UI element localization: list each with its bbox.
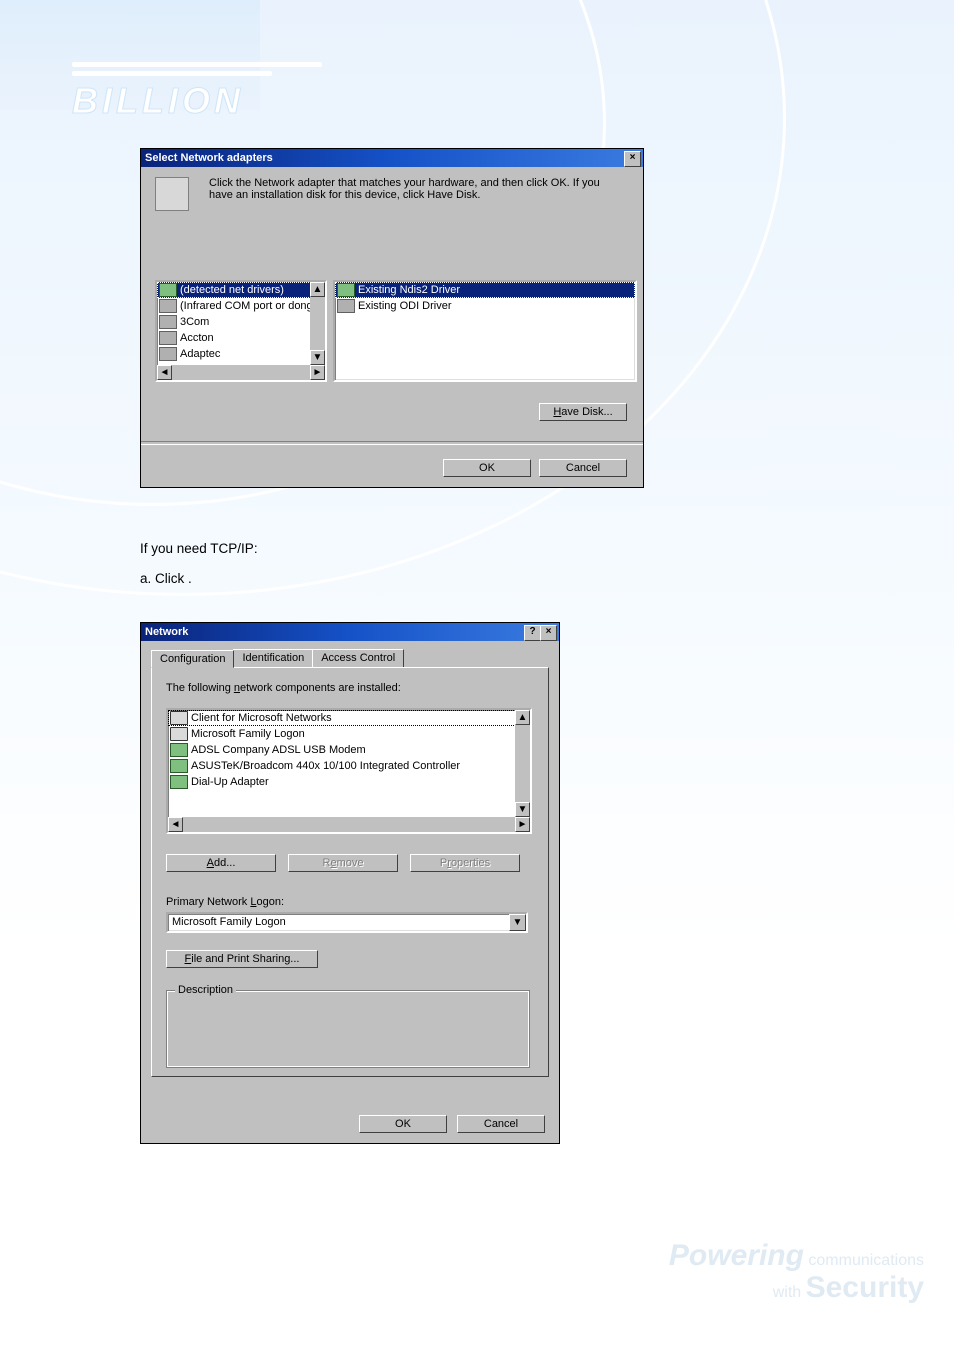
network-adapters-listbox[interactable]: Existing Ndis2 Driver Existing ODI Drive…: [333, 280, 637, 382]
dialog-title: Network: [145, 626, 188, 638]
scroll-up-icon[interactable]: ▲: [310, 282, 325, 297]
brand-logo: BILLION: [72, 62, 322, 122]
list-item[interactable]: Adaptec: [157, 346, 325, 362]
tab-access-control[interactable]: Access Control: [312, 649, 404, 667]
dialog-titlebar[interactable]: Network ? ×: [141, 623, 559, 641]
ok-button[interactable]: OK: [443, 459, 531, 477]
scroll-left-icon[interactable]: ◄: [157, 365, 172, 380]
dialog-title: Select Network adapters: [145, 152, 273, 164]
list-item[interactable]: ADSL Company ADSL USB Modem: [168, 742, 530, 758]
tabbar: Configuration Identification Access Cont…: [151, 649, 549, 667]
horizontal-scrollbar[interactable]: ◄ ►: [168, 817, 530, 832]
installed-components-label: The following network components are ins…: [166, 682, 401, 694]
tab-identification[interactable]: Identification: [233, 649, 313, 667]
ok-button[interactable]: OK: [359, 1115, 447, 1133]
list-item[interactable]: Accton: [157, 330, 325, 346]
scroll-right-icon[interactable]: ►: [515, 817, 530, 832]
properties-button: Properties: [410, 854, 520, 872]
footer-slogan: Powering communications with Security: [669, 1239, 924, 1305]
scroll-up-icon[interactable]: ▲: [515, 710, 530, 725]
cancel-button[interactable]: Cancel: [539, 459, 627, 477]
remove-button: Remove: [288, 854, 398, 872]
list-item[interactable]: Existing Ndis2 Driver: [335, 282, 635, 298]
add-button[interactable]: Add...: [166, 854, 276, 872]
cancel-button[interactable]: Cancel: [457, 1115, 545, 1133]
description-group: Description: [166, 990, 530, 1068]
horizontal-scrollbar[interactable]: ◄ ►: [157, 365, 325, 380]
close-icon[interactable]: ×: [624, 151, 641, 167]
primary-network-logon-label: Primary Network Logon:: [166, 896, 284, 908]
list-item[interactable]: Existing ODI Driver: [335, 298, 635, 314]
network-dialog: Network ? × Configuration Identification…: [140, 622, 560, 1144]
close-icon[interactable]: ×: [540, 625, 557, 641]
instruction-text: If you need TCP/IP: a. Click .: [140, 534, 258, 594]
list-item[interactable]: Dial-Up Adapter: [168, 774, 530, 790]
scroll-right-icon[interactable]: ►: [310, 365, 325, 380]
separator: [141, 441, 643, 445]
have-disk-button[interactable]: Have Disk...: [539, 403, 627, 421]
scroll-left-icon[interactable]: ◄: [168, 817, 183, 832]
vertical-scrollbar[interactable]: ▲ ▼: [515, 710, 530, 832]
chevron-down-icon[interactable]: ▼: [509, 914, 526, 931]
tab-configuration[interactable]: Configuration: [151, 650, 234, 668]
select-network-adapters-dialog: Select Network adapters × Click the Netw…: [140, 148, 644, 488]
list-item[interactable]: (detected net drivers): [157, 282, 325, 298]
list-item[interactable]: ASUSTeK/Broadcom 440x 10/100 Integrated …: [168, 758, 530, 774]
primary-network-logon-combo[interactable]: Microsoft Family Logon ▼: [166, 912, 528, 933]
dialog-message: Click the Network adapter that matches y…: [209, 177, 621, 201]
description-label: Description: [175, 984, 236, 996]
scroll-down-icon[interactable]: ▼: [515, 802, 530, 817]
adapter-icon: [155, 177, 189, 211]
scroll-down-icon[interactable]: ▼: [310, 350, 325, 365]
dialog-titlebar[interactable]: Select Network adapters ×: [141, 149, 643, 167]
list-item[interactable]: Client for Microsoft Networks: [168, 710, 530, 726]
list-item[interactable]: Microsoft Family Logon: [168, 726, 530, 742]
components-listbox[interactable]: Client for Microsoft Networks Microsoft …: [166, 708, 532, 834]
tab-panel: The following network components are ins…: [151, 667, 549, 1077]
list-item[interactable]: (Infrared COM port or dongle): [157, 298, 325, 314]
help-icon[interactable]: ?: [524, 625, 541, 641]
file-and-print-sharing-button[interactable]: File and Print Sharing...: [166, 950, 318, 968]
manufacturers-listbox[interactable]: (detected net drivers) (Infrared COM por…: [155, 280, 327, 382]
list-item[interactable]: 3Com: [157, 314, 325, 330]
